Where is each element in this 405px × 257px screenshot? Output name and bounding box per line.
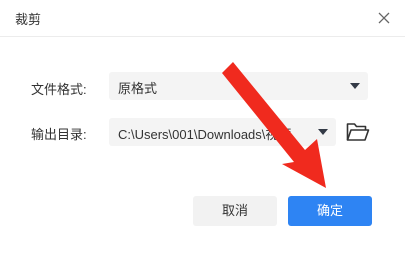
output-dir-label: 输出目录:: [31, 127, 87, 142]
output-dir-select[interactable]: C:\Users\001\Downloads\视频: [109, 118, 336, 146]
format-label: 文件格式:: [31, 82, 87, 97]
close-icon[interactable]: [374, 8, 394, 28]
cancel-button[interactable]: 取消: [193, 196, 277, 226]
format-select-value: 原格式: [118, 81, 158, 96]
crop-dialog: 裁剪 文件格式: 原格式 输出目录: C:\Users\001\Download…: [0, 0, 405, 257]
dialog-titlebar: 裁剪: [0, 0, 405, 37]
folder-open-icon[interactable]: [346, 121, 370, 143]
output-dir-value: C:\Users\001\Downloads\视频: [118, 127, 292, 142]
caret-down-icon: [350, 83, 360, 89]
caret-down-icon: [318, 129, 328, 135]
dialog-title: 裁剪: [15, 12, 42, 27]
confirm-button[interactable]: 确定: [288, 196, 372, 226]
format-select[interactable]: 原格式: [109, 72, 368, 100]
